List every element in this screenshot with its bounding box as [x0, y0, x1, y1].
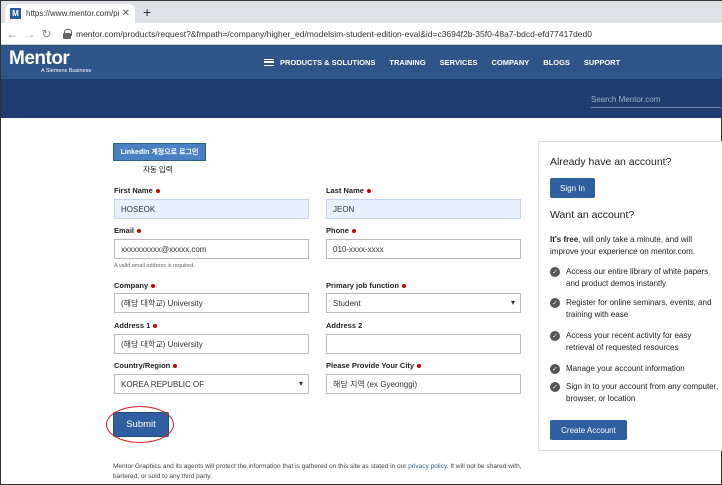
browser-tab-bar: M https://www.mentor.com/prod ✕ + [1, 1, 722, 23]
required-marker [401, 284, 406, 289]
required-marker [151, 284, 156, 289]
menu-item-products[interactable]: PRODUCTS & SOLUTIONS [280, 58, 375, 67]
required-marker [366, 189, 371, 194]
have-account-heading: Already have an account? [550, 156, 672, 168]
address1-label: Address 1 [114, 321, 158, 330]
city-label: Please Provide Your City [326, 361, 422, 370]
address-bar: ← → ↻ mentor.com/products/request?&fmpat… [1, 23, 722, 45]
close-icon[interactable]: ✕ [122, 8, 130, 19]
logo-text: Mentor [9, 48, 70, 69]
check-circle-icon: ✓ [550, 298, 560, 308]
company-field[interactable]: (해당 대학교) University [114, 293, 309, 313]
benefit-item: ✓ Access our entire library of white pap… [550, 266, 722, 290]
logo-tagline: A Siemens Business [41, 68, 92, 74]
menu-item-blogs[interactable]: BLOGS [543, 58, 570, 67]
hamburger-icon[interactable] [264, 58, 274, 66]
privacy-policy-link[interactable]: privacy policy [408, 463, 447, 470]
email-hint: A valid email address is required. [114, 263, 195, 269]
account-intro-text: It's free, will only take a minute, and … [550, 235, 695, 256]
address2-field[interactable] [326, 334, 521, 354]
check-circle-icon: ✓ [550, 267, 560, 277]
benefit-item: ✓ Manage your account information [550, 363, 722, 375]
required-marker [351, 229, 356, 234]
company-label: Company [114, 281, 156, 290]
back-arrow-icon[interactable]: ← [4, 27, 21, 41]
autofill-label: 자동 입력 [143, 165, 173, 174]
country-value: KOREA REPUBLIC OF [121, 379, 205, 389]
job-function-label: Primary job function [326, 281, 406, 290]
last-name-label: Last Name [326, 186, 371, 195]
country-select[interactable]: KOREA REPUBLIC OF [114, 374, 309, 394]
menu-item-services[interactable]: SERVICES [440, 58, 478, 67]
forward-arrow-icon[interactable]: → [21, 27, 38, 41]
country-label: Country/Region [114, 361, 178, 370]
linkedin-autofill-button[interactable]: LinkedIn 계정으로 로그인 [113, 143, 206, 161]
want-account-heading: Want an account? [550, 209, 635, 221]
required-marker [153, 324, 158, 329]
job-function-select[interactable]: Student [326, 293, 521, 313]
browser-tab[interactable]: M https://www.mentor.com/prod ✕ [5, 4, 135, 23]
city-field[interactable]: 해당 지역 (ex Gyeonggi) [326, 374, 521, 394]
menu-item-support[interactable]: SUPPORT [584, 58, 620, 67]
required-marker [137, 229, 142, 234]
new-tab-button[interactable]: + [143, 4, 151, 20]
phone-label: Phone [326, 226, 356, 235]
check-circle-icon: ✓ [550, 382, 560, 392]
address1-field[interactable]: (해당 대학교) University [114, 334, 309, 354]
privacy-notice: Mentor Graphics and its agents will prot… [113, 463, 522, 480]
address2-label: Address 2 [326, 321, 363, 330]
benefit-item: ✓ Sign in to your account from any compu… [550, 381, 722, 405]
email-field[interactable]: xxxxxxxxxx@xxxxx.com [114, 239, 309, 259]
highlight-circle-annotation [106, 406, 174, 443]
mentor-logo[interactable]: Mentor A Siemens Business [9, 49, 91, 75]
phone-field[interactable]: 010-xxxx-xxxx [326, 239, 521, 259]
email-label: Email [114, 226, 142, 235]
site-header: Mentor A Siemens Business PRODUCTS & SOL… [1, 45, 722, 79]
check-circle-icon: ✓ [550, 331, 560, 341]
search-input[interactable]: Search Mentor.com [591, 95, 721, 108]
required-marker [155, 189, 160, 194]
check-circle-icon: ✓ [550, 364, 560, 374]
menu-item-company[interactable]: COMPANY [491, 58, 529, 67]
menu-item-training[interactable]: TRAINING [389, 58, 425, 67]
benefit-item: ✓ Register for online seminars, events, … [550, 297, 722, 321]
reload-icon[interactable]: ↻ [38, 27, 55, 41]
mentor-favicon-icon: M [10, 8, 21, 19]
last-name-field[interactable]: JEON [326, 199, 521, 219]
required-marker [417, 364, 422, 369]
first-name-field[interactable]: HOSEOK [114, 199, 309, 219]
url-field[interactable]: mentor.com/products/request?&fmpath=/com… [76, 29, 592, 39]
create-account-button[interactable]: Create Account [550, 420, 627, 440]
main-menu: PRODUCTS & SOLUTIONS TRAINING SERVICES C… [264, 45, 634, 79]
job-function-value: Student [333, 298, 361, 308]
required-marker [173, 364, 178, 369]
sign-in-button[interactable]: Sign In [550, 178, 595, 198]
first-name-label: First Name [114, 186, 160, 195]
benefit-item: ✓ Access your recent activity for easy r… [550, 330, 722, 354]
account-panel: Already have an account? Sign In Want an… [538, 141, 722, 451]
lock-icon [63, 28, 72, 39]
tab-title: https://www.mentor.com/prod [26, 9, 119, 18]
